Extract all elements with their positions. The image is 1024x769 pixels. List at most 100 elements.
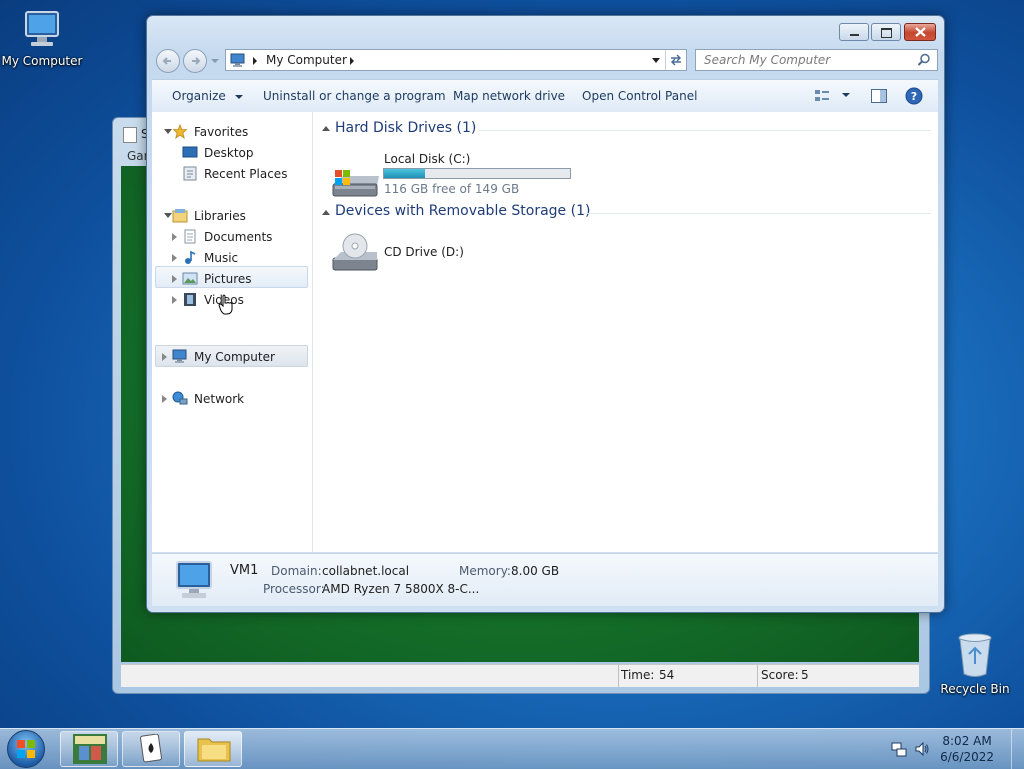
network-icon	[172, 391, 188, 405]
taskbar-button-explorer[interactable]	[184, 731, 242, 767]
taskbar-button-game[interactable]	[60, 731, 118, 767]
star-icon	[172, 124, 188, 139]
search-input[interactable]: Search My Computer	[695, 49, 938, 71]
minimize-icon	[850, 34, 859, 36]
preview-pane-icon[interactable]	[871, 89, 887, 103]
expand-chevron-icon[interactable]	[172, 254, 177, 262]
explorer-window[interactable]: My Computer Search My Computer Organize …	[146, 15, 945, 613]
back-button[interactable]	[156, 49, 180, 73]
computer-icon	[20, 8, 64, 52]
group-divider	[583, 213, 931, 214]
group-collapse-icon[interactable]	[322, 210, 330, 215]
close-icon	[915, 27, 926, 37]
recent-places-icon	[183, 166, 197, 181]
expand-chevron-icon[interactable]	[162, 353, 167, 361]
breadcrumb-chevron-icon[interactable]	[350, 57, 354, 65]
map-network-drive-button[interactable]: Map network drive	[453, 89, 565, 103]
maximize-button[interactable]	[871, 23, 901, 41]
recent-pages-dropdown[interactable]	[211, 59, 219, 63]
solitaire-icon	[140, 734, 162, 763]
drive-cd-d[interactable]: CD Drive (D:)	[327, 232, 527, 282]
taskbar: 8:02 AM 6/6/2022	[0, 728, 1024, 769]
taskbar-button-solitaire[interactable]	[122, 731, 180, 767]
videos-icon	[184, 293, 196, 306]
score-value: 5	[801, 668, 809, 682]
expand-chevron-icon[interactable]	[164, 213, 172, 218]
nav-label: Recent Places	[204, 167, 288, 181]
desktop-icon	[182, 146, 198, 158]
clock-time: 8:02 AM	[942, 734, 992, 748]
address-dropdown-icon[interactable]	[652, 58, 660, 63]
desktop-icon-recycle-bin[interactable]: Recycle Bin	[933, 630, 1017, 696]
computer-icon	[230, 53, 245, 67]
nav-music[interactable]: Music	[158, 248, 308, 268]
expand-chevron-icon[interactable]	[162, 395, 167, 403]
system-clock[interactable]: 8:02 AM 6/6/2022	[940, 733, 994, 765]
uninstall-program-button[interactable]: Uninstall or change a program	[263, 89, 446, 103]
forward-arrow-icon	[192, 57, 201, 65]
nav-documents[interactable]: Documents	[158, 227, 308, 247]
nav-network[interactable]: Network	[158, 389, 308, 409]
expand-chevron-icon[interactable]	[164, 129, 172, 134]
time-label: Time:	[621, 668, 655, 682]
nav-desktop[interactable]: Desktop	[158, 143, 308, 163]
group-collapse-icon[interactable]	[322, 126, 330, 131]
nav-pictures[interactable]: Pictures	[158, 269, 308, 289]
expand-chevron-icon[interactable]	[172, 275, 177, 283]
clock-date: 6/6/2022	[940, 750, 994, 764]
nav-label: Pictures	[204, 272, 252, 286]
help-icon[interactable]: ?	[905, 87, 923, 105]
hard-disk-windows-icon	[332, 170, 379, 197]
volume-icon[interactable]	[914, 741, 930, 757]
computer-name: VM1	[230, 563, 259, 578]
network-tray-icon[interactable]	[891, 741, 907, 757]
organize-label: Organize	[172, 89, 226, 103]
start-button[interactable]	[7, 730, 45, 768]
close-button[interactable]	[904, 23, 936, 41]
breadcrumb-my-computer[interactable]: My Computer	[266, 53, 347, 67]
computer-icon	[176, 561, 212, 598]
search-icon[interactable]	[917, 53, 931, 67]
refresh-icon[interactable]	[668, 52, 684, 68]
open-control-panel-button[interactable]: Open Control Panel	[582, 89, 697, 103]
memory-value: 8.00 GB	[511, 564, 560, 578]
change-view-button[interactable]	[814, 88, 850, 104]
svg-text:?: ?	[911, 90, 917, 103]
group-header-hard-disk-drives[interactable]: Hard Disk Drives (1)	[335, 120, 476, 136]
processor-label: Processor:	[263, 582, 325, 596]
drive-name: CD Drive (D:)	[384, 245, 464, 259]
cd-drive-icon	[332, 233, 378, 271]
forward-button[interactable]	[183, 49, 207, 73]
breadcrumb-separator-icon[interactable]	[253, 57, 257, 65]
drive-free-space: 116 GB free of 149 GB	[384, 182, 520, 196]
show-desktop-button[interactable]	[1011, 729, 1024, 769]
drive-name: Local Disk (C:)	[384, 152, 471, 166]
chevron-down-icon	[234, 94, 243, 99]
organize-button[interactable]: Organize	[172, 89, 243, 103]
nav-label: Music	[204, 251, 239, 265]
nav-recent-places[interactable]: Recent Places	[158, 164, 308, 184]
drive-local-disk-c[interactable]: Local Disk (C:) 116 GB free of 149 GB	[327, 152, 587, 208]
back-arrow-icon	[162, 57, 171, 65]
nav-label: Network	[194, 392, 245, 406]
address-bar[interactable]: My Computer	[225, 49, 687, 71]
expand-chevron-icon[interactable]	[172, 233, 177, 241]
game-app-icon	[73, 734, 107, 764]
recycle-bin-icon	[955, 630, 995, 680]
expand-chevron-icon[interactable]	[172, 296, 177, 304]
group-header-removable-storage[interactable]: Devices with Removable Storage (1)	[335, 203, 590, 219]
solitaire-app-icon	[123, 127, 137, 143]
chevron-down-icon	[842, 93, 850, 97]
desktop-icon-my-computer[interactable]: My Computer	[0, 8, 84, 68]
nav-favorites[interactable]: Favorites	[158, 122, 308, 142]
view-icon	[815, 90, 829, 101]
nav-libraries[interactable]: Libraries	[158, 206, 308, 226]
solitaire-status-bar: Time: 54 Score: 5	[121, 664, 919, 687]
music-icon	[185, 250, 196, 264]
navigation-pane[interactable]: Favorites Desktop Recent Places Librarie…	[152, 112, 313, 552]
details-pane: VM1 Domain: collabnet.local Memory: 8.00…	[152, 553, 938, 606]
drive-list: Hard Disk Drives (1) Local Disk (C:) 116…	[313, 112, 938, 552]
domain-label: Domain:	[271, 564, 322, 578]
nav-my-computer[interactable]: My Computer	[158, 347, 308, 367]
minimize-button[interactable]	[839, 23, 869, 41]
